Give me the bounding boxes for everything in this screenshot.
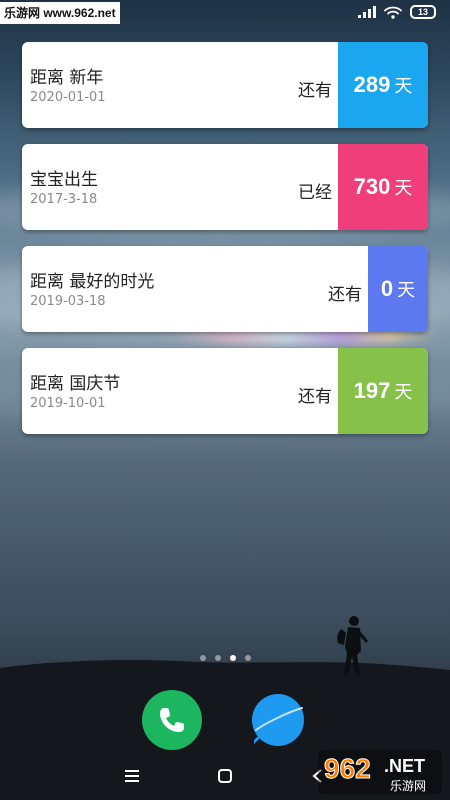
battery-level: 13: [417, 7, 428, 17]
svg-text:962: 962: [324, 753, 371, 784]
card-date: 2019-03-18: [30, 294, 106, 309]
card-status: 还有: [328, 285, 362, 305]
page-dot[interactable]: [214, 655, 221, 661]
days-unit: 天: [394, 178, 413, 199]
days-count: 0: [380, 276, 394, 301]
card-title: 距离 国庆节: [30, 374, 121, 394]
days-count: 289: [353, 72, 391, 97]
page-dot-active[interactable]: [229, 655, 236, 661]
phone-icon: [142, 690, 202, 750]
card-date: 2019-10-01: [30, 396, 106, 411]
svg-text:.NET: .NET: [384, 756, 425, 776]
card-title: 宝宝出生: [30, 170, 98, 190]
card-status: 已经: [298, 183, 332, 203]
days-unit: 天: [394, 76, 413, 97]
status-icons: 13: [358, 5, 436, 19]
days-count: 730: [353, 174, 391, 199]
home-button[interactable]: [213, 764, 237, 788]
days-unit: 天: [394, 382, 413, 403]
menu-icon: [125, 770, 139, 782]
messages-icon: [252, 694, 304, 746]
days-block: 0 天: [368, 246, 428, 332]
menu-button[interactable]: [120, 764, 144, 788]
wifi-icon: [384, 6, 402, 19]
days-unit: 天: [397, 280, 416, 301]
page-dot[interactable]: [244, 655, 251, 661]
home-icon: [218, 769, 232, 783]
countdown-card[interactable]: 距离 国庆节 2019-10-01 还有 197 天: [22, 348, 428, 434]
card-date: 2020-01-01: [30, 90, 106, 105]
watermark-logo: 962 .NET 乐游网: [318, 750, 442, 794]
page-indicator: [0, 655, 450, 661]
card-status: 还有: [298, 81, 332, 101]
card-title: 距离 新年: [30, 68, 104, 88]
battery-icon: 13: [410, 5, 436, 19]
messages-app-button[interactable]: [248, 690, 308, 750]
countdown-card[interactable]: 宝宝出生 2017-3-18 已经 730 天: [22, 144, 428, 230]
days-count: 197: [353, 378, 391, 403]
card-status: 还有: [298, 387, 332, 407]
page-dot[interactable]: [199, 655, 206, 661]
hiker-silhouette: [337, 616, 368, 675]
days-block: 289 天: [338, 42, 428, 128]
card-date: 2017-3-18: [30, 192, 98, 207]
home-screen: 乐游网 www.962.net 13 距离 新年 2020-01-01 还有 2…: [0, 0, 450, 800]
days-block: 730 天: [338, 144, 428, 230]
watermark-top: 乐游网 www.962.net: [0, 2, 120, 24]
status-bar: 乐游网 www.962.net 13: [0, 0, 450, 28]
card-title: 距离 最好的时光: [30, 272, 155, 292]
countdown-card[interactable]: 距离 新年 2020-01-01 还有 289 天: [22, 42, 428, 128]
svg-text:乐游网: 乐游网: [390, 779, 426, 793]
countdown-list: 距离 新年 2020-01-01 还有 289 天 宝宝出生 2017-3-18…: [22, 42, 428, 450]
days-block: 197 天: [338, 348, 428, 434]
phone-app-button[interactable]: [142, 690, 202, 750]
signal-icon: [358, 6, 376, 18]
countdown-card[interactable]: 距离 最好的时光 2019-03-18 还有 0 天: [22, 246, 428, 332]
